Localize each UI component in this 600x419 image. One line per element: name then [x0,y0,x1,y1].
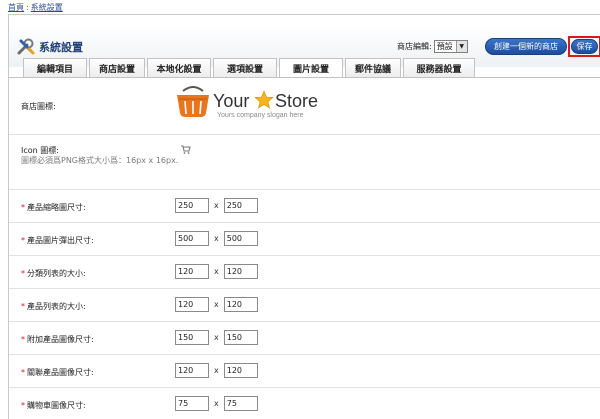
dimension-row: * 分類列表的大小: 120 x 120 [9,256,600,289]
height-input[interactable]: 250 [223,198,258,213]
title-group: 系統設置 [15,37,83,57]
x-separator: x [214,201,219,210]
dimension-inputs: 150 x 150 [175,330,258,345]
dimension-inputs: 250 x 250 [175,198,258,213]
dimension-row: * 關聯產品圖像尺寸: 120 x 120 [9,355,600,388]
chevron-down-icon: ▼ [455,41,467,52]
x-separator: x [214,366,219,375]
dimension-label: * 產品縮略圖尺寸: [21,203,86,212]
tab-localization[interactable]: 本地化設置 [147,58,211,78]
icon-field: Icon 圖標: 圖標必須爲PNG格式大小爲：16px x 16px. [21,145,181,166]
dimension-inputs: 75 x 75 [175,396,258,411]
x-separator: x [214,234,219,243]
height-input[interactable]: 75 [223,396,258,411]
tab-store-settings[interactable]: 商店設置 [89,58,145,78]
height-input[interactable]: 120 [223,363,258,378]
image-settings-form: 商店圖標: Your Store Yours company slogan he… [9,77,600,419]
width-input[interactable]: 500 [175,231,209,246]
page-title: 系統設置 [39,41,83,54]
store-logo-image[interactable]: Your Store Yours company slogan here [175,85,323,121]
save-button[interactable]: 保存 [571,39,598,54]
cart-icon[interactable] [181,145,191,154]
logo-slogan: Yours company slogan here [217,112,304,119]
x-separator: x [214,300,219,309]
store-select[interactable]: 預設 ▼ [433,40,468,53]
icon-row: Icon 圖標: 圖標必須爲PNG格式大小爲：16px x 16px. [9,135,600,190]
width-input[interactable]: 250 [175,198,209,213]
height-input[interactable]: 120 [223,264,258,279]
dimension-label: * 產品圖片彈出尺寸: [21,236,94,245]
tools-icon [17,38,35,55]
tab-image-settings[interactable]: 圖片設置 [279,58,343,78]
dimension-row: * 產品縮略圖尺寸: 250 x 250 [9,190,600,223]
breadcrumb-separator: : [26,3,29,12]
store-logo-row: 商店圖標: Your Store Yours company slogan he… [9,78,600,135]
store-editor-label: 商店編輯: [397,42,432,51]
settings-panel: 系統設置 商店編輯: 預設 ▼ 創建一個新的商店 保存 編輯項目 商店設置 本地… [8,14,600,419]
x-separator: x [214,333,219,342]
dimension-row: * 產品列表的大小: 120 x 120 [9,289,600,322]
width-input[interactable]: 150 [175,330,209,345]
width-input[interactable]: 120 [175,363,209,378]
tab-bar: 編輯項目 商店設置 本地化設置 選項設置 圖片設置 郵件協議 服務器設置 [23,58,477,78]
dimension-row: * 產品圖片彈出尺寸: 500 x 500 [9,223,600,256]
icon-hint: 圖標必須爲PNG格式大小爲：16px x 16px. [21,156,179,165]
store-editor: 商店編輯: 預設 ▼ [397,40,468,53]
width-input[interactable]: 120 [175,297,209,312]
width-input[interactable]: 75 [175,396,209,411]
dimension-label: * 購物車圖像尺寸: [21,401,86,410]
dimension-inputs: 120 x 120 [175,363,258,378]
tab-server-settings[interactable]: 服務器設置 [403,58,475,78]
tab-mail-protocol[interactable]: 郵件協議 [345,58,401,78]
height-input[interactable]: 150 [223,330,258,345]
x-separator: x [214,399,219,408]
dimension-label: * 分類列表的大小: [21,269,86,278]
new-store-button[interactable]: 創建一個新的商店 [485,38,567,55]
dimension-row: * 附加產品圖像尺寸: 150 x 150 [9,322,600,355]
x-separator: x [214,267,219,276]
height-input[interactable]: 500 [223,231,258,246]
dimension-inputs: 120 x 120 [175,297,258,312]
width-input[interactable]: 120 [175,264,209,279]
height-input[interactable]: 120 [223,297,258,312]
dimension-label: * 附加產品圖像尺寸: [21,335,94,344]
dimension-inputs: 500 x 500 [175,231,258,246]
breadcrumb-current[interactable]: 系統設置 [31,3,63,12]
tab-edit-item[interactable]: 編輯項目 [23,58,87,78]
store-logo-label: 商店圖標: [21,102,56,111]
logo-text-store: Store [275,91,318,111]
logo-text-your: Your [213,91,249,111]
dimension-label: * 關聯產品圖像尺寸: [21,368,94,377]
dimension-label: * 產品列表的大小: [21,302,86,311]
icon-label: Icon 圖標: [21,146,59,155]
breadcrumb: 首頁: 系統設置 [8,2,63,13]
tab-options[interactable]: 選項設置 [213,58,277,78]
dimension-row: * 購物車圖像尺寸: 75 x 75 [9,388,600,419]
dimension-inputs: 120 x 120 [175,264,258,279]
breadcrumb-home-link[interactable]: 首頁 [8,3,24,12]
store-select-value: 預設 [436,42,453,51]
